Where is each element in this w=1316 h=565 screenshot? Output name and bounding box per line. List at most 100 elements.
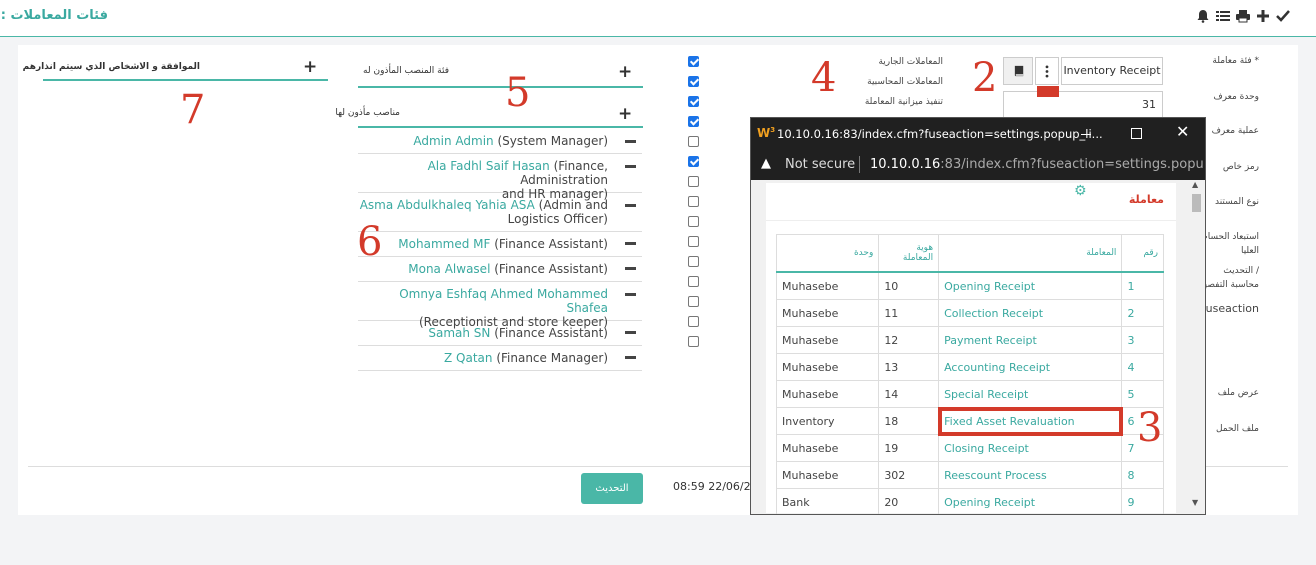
- checkbox-2[interactable]: [688, 76, 699, 87]
- book-button[interactable]: [1003, 57, 1033, 85]
- annotation-6: 6: [357, 219, 383, 265]
- remove-position-button[interactable]: [625, 356, 636, 359]
- remove-position-button[interactable]: [625, 140, 636, 143]
- checkbox-13[interactable]: [688, 296, 699, 307]
- more-options-button[interactable]: [1035, 57, 1059, 85]
- checkbox-8[interactable]: [688, 196, 699, 207]
- table-row[interactable]: Muhasebe 12 Payment Receipt 3: [775, 326, 1164, 354]
- checkbox-5[interactable]: [688, 136, 699, 147]
- remove-position-button[interactable]: [625, 331, 636, 334]
- update-label: التحديث /: [1223, 266, 1259, 276]
- browser-logo-icon: W3: [757, 126, 776, 140]
- annotation-4: 4: [811, 55, 837, 101]
- positions-underline: [358, 126, 643, 128]
- update-button[interactable]: التحديث: [581, 473, 643, 504]
- position-row: Mona Alwasel (Finance Assistant): [358, 257, 642, 282]
- remove-position-button[interactable]: [625, 267, 636, 270]
- annotation-marker: [1037, 86, 1059, 97]
- table-row[interactable]: Muhasebe 10 Opening Receipt 1: [775, 271, 1164, 300]
- remove-position-button[interactable]: [625, 242, 636, 245]
- plus-icon[interactable]: [1256, 9, 1270, 23]
- table-row[interactable]: Muhasebe 302 Reescount Process 8: [775, 461, 1164, 489]
- record-datetime: 08:59 22/06/20: [673, 480, 758, 493]
- add-approver-button[interactable]: +: [303, 59, 317, 76]
- detail-accounting-label: محاسبة التفصيل: [1197, 280, 1259, 290]
- position-name[interactable]: Mohammed MF: [398, 237, 490, 251]
- special-code-label: رمز خاص: [1222, 162, 1259, 172]
- table-row[interactable]: Muhasebe 14 Special Receipt 5: [775, 380, 1164, 408]
- close-icon[interactable]: ✕: [1176, 122, 1189, 141]
- kebab-icon: [1045, 65, 1049, 78]
- minimize-icon[interactable]: [1081, 134, 1091, 135]
- checkbox-15[interactable]: [688, 336, 699, 347]
- positions-heading: مناصب مأذون لها: [335, 108, 400, 118]
- annotation-2: 2: [972, 55, 998, 101]
- checkbox-14[interactable]: [688, 316, 699, 327]
- position-row: Samah SN (Finance Assistant): [358, 321, 642, 346]
- checkbox-10[interactable]: [688, 236, 699, 247]
- option-accounting-transactions: المعاملات المحاسبية: [867, 77, 943, 87]
- module-field[interactable]: 31: [1003, 91, 1163, 119]
- popup-window-title: 10.10.0.16:83/index.cfm?fuseaction=setti…: [777, 127, 1103, 141]
- warning-icon: ▲: [761, 156, 771, 171]
- remove-position-button[interactable]: [625, 165, 636, 168]
- category-underline: [358, 86, 643, 88]
- position-name[interactable]: Ala Fadhl Saif Hasan: [428, 159, 550, 173]
- table-row[interactable]: Muhasebe 19 Closing Receipt 7: [775, 434, 1164, 462]
- table-row[interactable]: Muhasebe 11 Collection Receipt 2: [775, 299, 1164, 327]
- maximize-icon[interactable]: [1131, 128, 1142, 139]
- checkbox-11[interactable]: [688, 256, 699, 267]
- url-path: :83/index.cfm?fuseaction=settings.popu..…: [940, 157, 1206, 172]
- position-name[interactable]: Admin Admin: [413, 134, 493, 148]
- security-status: Not secure: [785, 157, 856, 172]
- remove-position-button[interactable]: [625, 293, 636, 296]
- position-name[interactable]: Samah SN: [428, 326, 490, 340]
- category-field[interactable]: Inventory Receipt: [1061, 57, 1163, 85]
- transaction-card: ⚙ معاملة وحدة هوية المعاملة المعاملة رقم…: [766, 183, 1176, 514]
- add-category-button[interactable]: +: [618, 64, 632, 81]
- table-row[interactable]: Bank 20 Opening Receipt 9: [775, 488, 1164, 514]
- popup-scrollbar[interactable]: ▲ ▼: [1188, 180, 1205, 514]
- checkbox-6[interactable]: [688, 156, 699, 167]
- remove-position-button[interactable]: [625, 204, 636, 207]
- position-name[interactable]: Omnya Eshfaq Ahmed Mohammed Shafea: [399, 287, 608, 315]
- check-icon[interactable]: [1276, 9, 1290, 23]
- col-id: هوية المعاملة: [878, 234, 940, 273]
- checkbox-4[interactable]: [688, 116, 699, 127]
- bell-icon[interactable]: [1196, 9, 1210, 23]
- popup-address-bar[interactable]: ▲ Not secure 10.10.0.16:83/index.cfm?fus…: [751, 150, 1205, 180]
- transaction-table: وحدة هوية المعاملة المعاملة رقم Muhasebe…: [775, 234, 1164, 514]
- position-name[interactable]: Mona Alwasel: [408, 262, 490, 276]
- table-row[interactable]: Inventory 18 Fixed Asset Revaluation 6: [775, 406, 1164, 436]
- popup-content: ⚙ معاملة وحدة هوية المعاملة المعاملة رقم…: [751, 180, 1205, 514]
- option-current-transactions: المعاملات الجارية: [878, 57, 943, 67]
- position-role: (Finance Assistant): [494, 262, 608, 276]
- checkbox-7[interactable]: [688, 176, 699, 187]
- process-label: عملية معرف: [1211, 126, 1259, 136]
- position-role: (System Manager): [497, 134, 608, 148]
- checkbox-12[interactable]: [688, 276, 699, 287]
- position-row: Ala Fadhl Saif Hasan (Finance, Administr…: [358, 154, 642, 201]
- print-icon[interactable]: [1236, 9, 1250, 23]
- checkbox-3[interactable]: [688, 96, 699, 107]
- scroll-down-icon[interactable]: ▼: [1192, 498, 1198, 507]
- doc-type-label: نوع المستند: [1214, 197, 1259, 207]
- fuseaction-label: fuseaction: [1201, 302, 1259, 315]
- position-role-line2: Logistics Officer): [507, 212, 608, 226]
- popup-titlebar[interactable]: W3 10.10.0.16:83/index.cfm?fuseaction=se…: [751, 118, 1205, 150]
- scroll-up-icon[interactable]: ▲: [1192, 180, 1198, 189]
- position-name[interactable]: Asma Abdulkhaleq Yahia ASA: [360, 198, 535, 212]
- annotation-7: 7: [180, 87, 206, 133]
- table-row[interactable]: Muhasebe 13 Accounting Receipt 4: [775, 353, 1164, 381]
- checkbox-9[interactable]: [688, 216, 699, 227]
- add-position-button[interactable]: +: [618, 106, 632, 123]
- page-title: فئات المعاملات : 63: [0, 8, 108, 23]
- gear-icon[interactable]: ⚙: [1074, 183, 1087, 199]
- list-icon[interactable]: [1216, 9, 1230, 23]
- position-role: (Finance Manager): [496, 351, 608, 365]
- highlighted-transaction[interactable]: Fixed Asset Revaluation: [937, 406, 1123, 436]
- card-title: معاملة: [1128, 193, 1164, 206]
- checkbox-1[interactable]: [688, 56, 699, 67]
- scroll-thumb[interactable]: [1192, 194, 1201, 212]
- position-name[interactable]: Z Qatan: [444, 351, 493, 365]
